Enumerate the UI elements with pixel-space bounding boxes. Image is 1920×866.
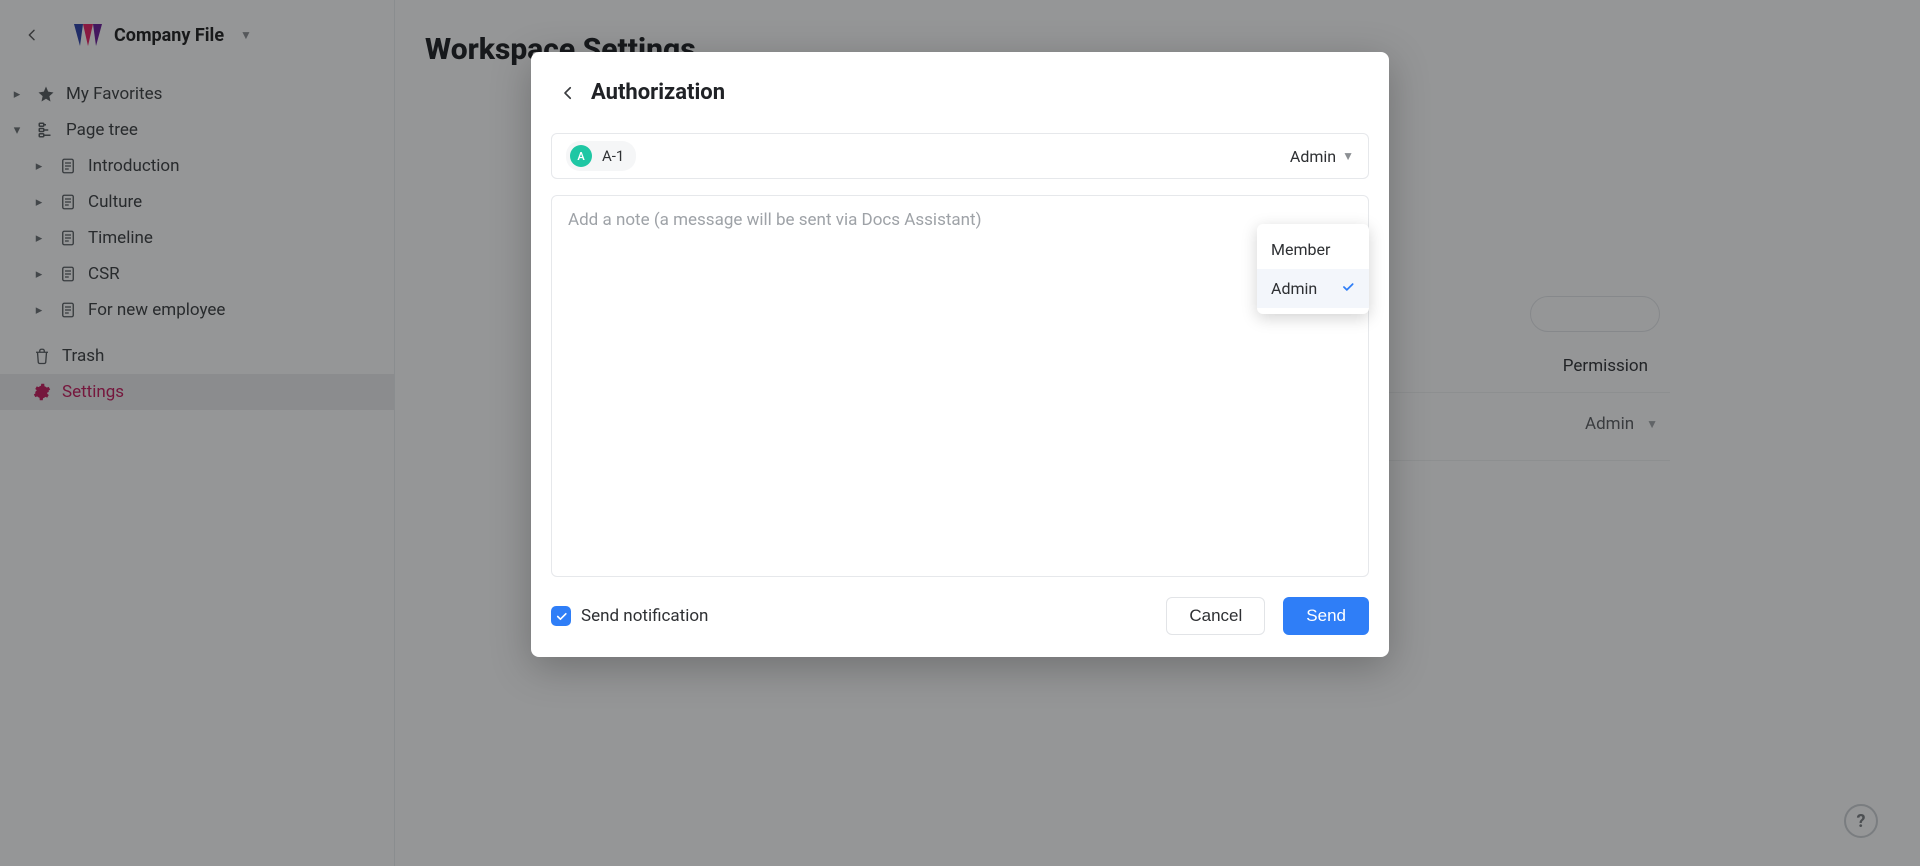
recipient-input[interactable]: A A-1 Admin ▼ xyxy=(551,133,1369,179)
modal-overlay[interactable]: Authorization A A-1 Admin ▼ Send notific… xyxy=(0,0,1920,866)
modal-title: Authorization xyxy=(591,80,725,105)
role-option-label: Admin xyxy=(1271,279,1317,298)
send-notification-label: Send notification xyxy=(581,606,708,626)
role-dropdown-trigger[interactable]: Admin ▼ xyxy=(1290,147,1354,166)
caret-down-icon: ▼ xyxy=(1342,149,1354,163)
avatar: A xyxy=(570,145,592,167)
checkbox-checked-icon[interactable] xyxy=(551,606,571,626)
check-icon xyxy=(1341,279,1355,298)
modal-footer: Send notification Cancel Send xyxy=(531,577,1389,657)
modal-header: Authorization xyxy=(531,52,1389,129)
recipient-label: A-1 xyxy=(602,147,624,165)
role-dropdown-menu: Member Admin xyxy=(1257,224,1369,314)
footer-actions: Cancel Send xyxy=(1166,597,1369,635)
role-option-member[interactable]: Member xyxy=(1257,230,1369,269)
recipient-chip[interactable]: A A-1 xyxy=(566,141,636,171)
send-notification-toggle[interactable]: Send notification xyxy=(551,606,708,626)
send-button[interactable]: Send xyxy=(1283,597,1369,635)
role-selected-label: Admin xyxy=(1290,147,1336,166)
help-icon: ? xyxy=(1857,811,1866,832)
help-button[interactable]: ? xyxy=(1844,804,1878,838)
role-option-label: Member xyxy=(1271,240,1330,259)
note-field-wrapper xyxy=(551,195,1369,577)
note-textarea[interactable] xyxy=(568,210,1352,562)
authorization-modal: Authorization A A-1 Admin ▼ Send notific… xyxy=(531,52,1389,657)
role-option-admin[interactable]: Admin xyxy=(1257,269,1369,308)
back-button[interactable] xyxy=(559,84,577,102)
cancel-button[interactable]: Cancel xyxy=(1166,597,1265,635)
